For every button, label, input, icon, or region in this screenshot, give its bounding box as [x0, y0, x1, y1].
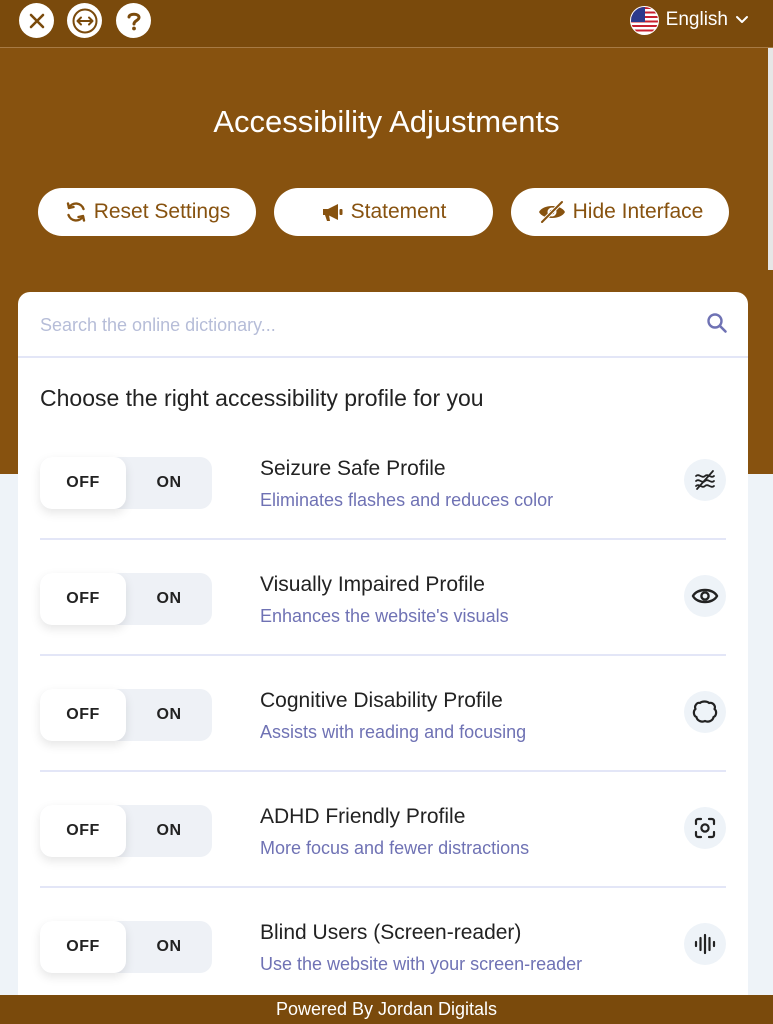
toggle-off[interactable]: OFF [40, 457, 126, 509]
profile-title: Blind Users (Screen-reader) [260, 921, 522, 944]
waves-icon [695, 470, 715, 490]
scrollbar[interactable] [768, 48, 773, 270]
profile-toggle[interactable]: OFF ON [40, 457, 212, 509]
toggle-off[interactable]: OFF [40, 805, 126, 857]
reset-settings-label: Reset Settings [93, 200, 231, 223]
help-icon [127, 12, 141, 30]
focus-icon [694, 817, 716, 839]
us-flag-icon [629, 5, 659, 35]
profile-toggle[interactable]: OFF ON [40, 921, 212, 973]
profile-title: Seizure Safe Profile [260, 457, 446, 480]
profile-icon [684, 691, 726, 733]
row-divider [40, 538, 726, 540]
row-divider [40, 770, 726, 772]
profile-toggle[interactable]: OFF ON [40, 805, 212, 857]
toggle-off[interactable]: OFF [40, 689, 126, 741]
profile-title: ADHD Friendly Profile [260, 805, 466, 828]
accessibility-panel: English Accessibility Adjustments Reset … [0, 0, 773, 1024]
profile-row-adhd: OFF ON ADHD Friendly Profile More focus … [40, 785, 726, 901]
profile-icon [684, 459, 726, 501]
refresh-icon [66, 202, 85, 222]
profile-icon [684, 807, 726, 849]
profile-description: Enhances the website's visuals [260, 606, 509, 626]
profile-description: Assists with reading and focusing [260, 722, 527, 742]
resize-button[interactable] [67, 3, 102, 38]
toggle-on[interactable]: ON [126, 573, 212, 625]
search-input[interactable] [40, 310, 680, 340]
audio-wave-icon [694, 933, 716, 955]
reset-settings-button[interactable]: Reset Settings [38, 188, 256, 236]
statement-label: Statement [350, 200, 447, 223]
profile-icon [684, 923, 726, 965]
row-divider [40, 654, 726, 656]
toggle-on[interactable]: ON [126, 805, 212, 857]
toggle-off[interactable]: OFF [40, 921, 126, 973]
toggle-on[interactable]: ON [126, 457, 212, 509]
hide-interface-button[interactable]: Hide Interface [511, 188, 729, 236]
brain-icon [692, 700, 718, 723]
profile-row-visually-impaired: OFF ON Visually Impaired Profile Enhance… [40, 553, 726, 669]
row-divider [40, 886, 726, 888]
profiles-heading: Choose the right accessibility profile f… [40, 385, 484, 411]
close-button[interactable] [19, 3, 54, 38]
page-title: Accessibility Adjustments [213, 104, 560, 139]
toggle-on[interactable]: ON [126, 689, 212, 741]
language-label: English [665, 9, 728, 30]
profile-row-seizure-safe: OFF ON Seizure Safe Profile Eliminates f… [40, 437, 726, 553]
profile-title: Visually Impaired Profile [260, 573, 485, 596]
profile-toggle[interactable]: OFF ON [40, 689, 212, 741]
profiles-card: Choose the right accessibility profile f… [18, 292, 748, 1024]
footer-credit: Powered By Jordan Digitals [0, 995, 773, 1024]
profile-title: Cognitive Disability Profile [260, 689, 503, 712]
megaphone-icon [322, 204, 343, 221]
profile-icon [684, 575, 726, 617]
search-icon[interactable] [706, 312, 728, 334]
profile-row-cognitive: OFF ON Cognitive Disability Profile Assi… [40, 669, 726, 785]
toggle-off[interactable]: OFF [40, 573, 126, 625]
close-icon [29, 13, 44, 28]
help-button[interactable] [116, 3, 151, 38]
top-bar: English [0, 0, 773, 48]
profile-description: More focus and fewer distractions [260, 838, 530, 858]
profile-description: Use the website with your screen-reader [260, 954, 583, 974]
eye-slash-icon [538, 200, 565, 224]
language-selector[interactable]: English [629, 5, 749, 35]
resize-horizontal-icon [72, 8, 97, 33]
hide-interface-label: Hide Interface [572, 200, 704, 223]
chevron-down-icon [736, 16, 748, 23]
statement-button[interactable]: Statement [274, 188, 493, 236]
profile-toggle[interactable]: OFF ON [40, 573, 212, 625]
toggle-on[interactable]: ON [126, 921, 212, 973]
eye-icon [691, 588, 719, 604]
dictionary-search [18, 292, 748, 358]
profile-description: Eliminates flashes and reduces color [260, 490, 554, 510]
